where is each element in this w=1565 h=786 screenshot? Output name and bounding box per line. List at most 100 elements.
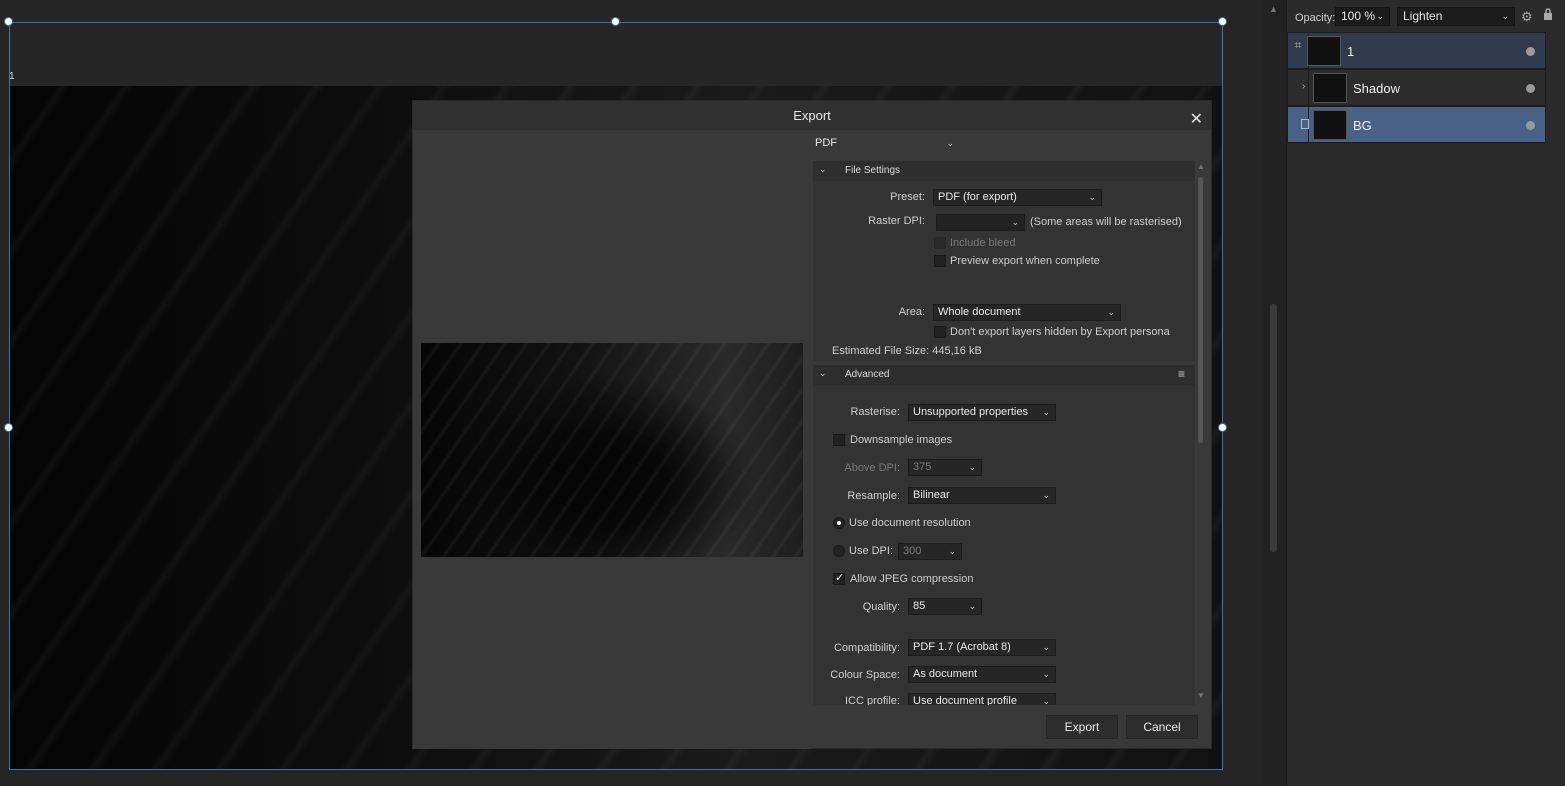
use-document-resolution-label: Use document resolution bbox=[849, 517, 971, 529]
resample-value: Bilinear bbox=[913, 489, 950, 501]
section-title: Advanced bbox=[845, 369, 890, 380]
icc-profile-label: ICC profile: bbox=[844, 695, 900, 705]
dialog-title: Export bbox=[793, 108, 831, 123]
layer-row-artboard[interactable]: ⌗ 1 bbox=[1287, 32, 1546, 69]
chevron-down-icon: ⌄ bbox=[946, 138, 954, 148]
include-bleed-checkbox[interactable] bbox=[934, 237, 946, 249]
layers-panel: Opacity: 100 % ⌄ Lighten ⌄ ⚙ ⌗ 1 › Shado… bbox=[1286, 0, 1565, 786]
advanced-section: ⌄ Advanced ≡ Rasterise: Unsupported prop… bbox=[813, 365, 1195, 705]
chevron-down-icon: ⌄ bbox=[1042, 696, 1050, 705]
blend-mode-value: Lighten bbox=[1403, 9, 1443, 23]
format-value: PDF bbox=[815, 137, 837, 149]
scrollbar-thumb[interactable] bbox=[1198, 177, 1203, 443]
file-settings-header[interactable]: ⌄ File Settings bbox=[813, 161, 1195, 181]
chevron-down-icon: ⌄ bbox=[1376, 11, 1384, 21]
format-dropdown[interactable]: PDF ⌄ bbox=[811, 136, 959, 153]
opacity-value: 100 % bbox=[1341, 9, 1376, 23]
advanced-header[interactable]: ⌄ Advanced ≡ bbox=[813, 365, 1195, 385]
downsample-checkbox[interactable] bbox=[833, 434, 845, 446]
dont-export-hidden-checkbox[interactable] bbox=[934, 326, 946, 338]
layers-toolbar: Opacity: 100 % ⌄ Lighten ⌄ ⚙ bbox=[1287, 0, 1565, 32]
visibility-dot-icon[interactable] bbox=[1526, 47, 1535, 56]
preset-value: PDF (for export) bbox=[938, 191, 1017, 203]
allow-jpeg-checkbox[interactable] bbox=[833, 571, 845, 585]
colour-space-dropdown[interactable]: As document ⌄ bbox=[908, 666, 1056, 683]
colour-space-value: As document bbox=[913, 668, 978, 680]
use-dpi-label: Use DPI: bbox=[849, 545, 894, 557]
scroll-up-icon[interactable]: ▲ bbox=[1197, 162, 1205, 171]
compatibility-label: Compatibility: bbox=[833, 642, 900, 654]
preset-label: Preset: bbox=[890, 191, 925, 203]
preview-export-checkbox[interactable] bbox=[934, 255, 946, 267]
dont-export-hidden-label: Don't export layers hidden by Export per… bbox=[950, 326, 1170, 338]
colour-space-label: Colour Space: bbox=[830, 669, 900, 681]
rasterise-dropdown[interactable]: Unsupported properties ⌄ bbox=[908, 404, 1056, 421]
area-label: Area: bbox=[898, 306, 925, 318]
quality-value: 85 bbox=[913, 600, 926, 612]
lock-icon[interactable] bbox=[1543, 8, 1553, 20]
opacity-dropdown[interactable]: 100 % ⌄ bbox=[1335, 7, 1390, 26]
file-settings-section: ⌄ File Settings Preset: PDF (for export)… bbox=[813, 161, 1195, 361]
settings-scrollbar[interactable]: ▲ ▼ bbox=[1196, 161, 1206, 705]
opacity-label: Opacity: bbox=[1295, 12, 1336, 24]
chevron-down-icon: ⌄ bbox=[1011, 217, 1019, 227]
layer-row-bg[interactable]: BG bbox=[1287, 106, 1546, 143]
use-dpi-radio[interactable] bbox=[833, 545, 845, 557]
chevron-down-icon: ⌄ bbox=[1042, 407, 1050, 417]
above-dpi-field[interactable]: 375 ⌄ bbox=[908, 459, 982, 476]
menu-icon[interactable]: ≡ bbox=[1178, 367, 1185, 381]
selection-handle-middle-right[interactable] bbox=[1218, 423, 1227, 432]
visibility-dot-icon[interactable] bbox=[1526, 84, 1535, 93]
chevron-down-icon: ⌄ bbox=[1042, 642, 1050, 652]
visibility-dot-icon[interactable] bbox=[1526, 121, 1535, 130]
selection-handle-top-right[interactable] bbox=[1218, 17, 1227, 26]
resample-label: Resample: bbox=[847, 490, 900, 502]
rasterise-value: Unsupported properties bbox=[913, 406, 1028, 418]
estimated-file-size: Estimated File Size: 445,16 kB bbox=[832, 345, 982, 357]
layer-thumbnail bbox=[1313, 110, 1347, 140]
area-value: Whole document bbox=[938, 306, 1021, 318]
export-dialog: Export ✕ PDF ⌄ ⌄ File Settings Preset: P… bbox=[412, 100, 1212, 749]
layer-row-shadow[interactable]: › Shadow bbox=[1287, 69, 1546, 106]
area-dropdown[interactable]: Whole document ⌄ bbox=[933, 304, 1121, 321]
icc-profile-dropdown[interactable]: Use document profile ⌄ bbox=[908, 693, 1056, 705]
canvas-vertical-scrollbar[interactable]: ▲ bbox=[1262, 0, 1286, 786]
use-dpi-field[interactable]: 300 ⌄ bbox=[898, 543, 962, 560]
collapse-chevron-icon: ⌄ bbox=[819, 164, 827, 174]
blend-mode-dropdown[interactable]: Lighten ⌄ bbox=[1397, 7, 1515, 26]
artboard-icon: ⌗ bbox=[1288, 33, 1309, 68]
layer-name: BG bbox=[1353, 118, 1372, 133]
chevron-down-icon: ⌄ bbox=[968, 462, 976, 472]
collapse-chevron-icon: ⌄ bbox=[819, 368, 827, 378]
selection-handle-middle-left[interactable] bbox=[4, 423, 13, 432]
use-document-resolution-radio[interactable] bbox=[833, 517, 845, 529]
scroll-up-icon[interactable]: ▲ bbox=[1269, 4, 1278, 14]
preview-export-label: Preview export when complete bbox=[950, 255, 1100, 267]
above-dpi-value: 375 bbox=[913, 461, 932, 473]
layer-thumbnail bbox=[1307, 36, 1341, 66]
image-layer-icon bbox=[1301, 119, 1309, 129]
raster-dpi-label: Raster DPI: bbox=[868, 215, 925, 227]
selection-handle-top-center[interactable] bbox=[611, 17, 620, 26]
dialog-title-bar: Export ✕ bbox=[413, 101, 1211, 130]
raster-note: (Some areas will be rasterised) bbox=[1030, 216, 1182, 228]
quality-field[interactable]: 85 ⌄ bbox=[908, 598, 982, 615]
expand-arrow-icon[interactable]: › bbox=[1302, 81, 1305, 92]
raster-dpi-field[interactable]: ⌄ bbox=[936, 214, 1025, 231]
cancel-button[interactable]: Cancel bbox=[1126, 715, 1198, 739]
include-bleed-label: Include bleed bbox=[950, 237, 1016, 249]
chevron-down-icon: ⌄ bbox=[1042, 490, 1050, 500]
allow-jpeg-label: Allow JPEG compression bbox=[850, 573, 974, 585]
scroll-down-icon[interactable]: ▼ bbox=[1197, 691, 1205, 700]
preset-dropdown[interactable]: PDF (for export) ⌄ bbox=[933, 189, 1102, 206]
chevron-down-icon: ⌄ bbox=[968, 601, 976, 611]
gear-icon[interactable]: ⚙ bbox=[1521, 9, 1533, 25]
compatibility-dropdown[interactable]: PDF 1.7 (Acrobat 8) ⌄ bbox=[908, 639, 1056, 656]
above-dpi-label: Above DPI: bbox=[844, 462, 900, 474]
rasterise-label: Rasterise: bbox=[850, 406, 900, 418]
export-button[interactable]: Export bbox=[1046, 715, 1118, 739]
scrollbar-thumb[interactable] bbox=[1270, 304, 1277, 552]
resample-dropdown[interactable]: Bilinear ⌄ bbox=[908, 487, 1056, 504]
selection-handle-top-left[interactable] bbox=[4, 17, 13, 26]
section-title: File Settings bbox=[845, 165, 901, 176]
